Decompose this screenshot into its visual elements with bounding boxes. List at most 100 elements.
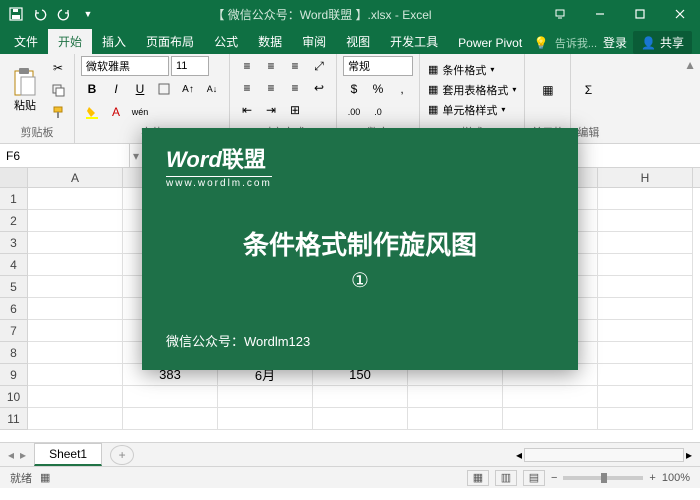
fill-color-button[interactable] bbox=[81, 102, 103, 122]
redo-icon[interactable] bbox=[56, 6, 72, 22]
horizontal-scrollbar[interactable]: ◂▸ bbox=[516, 448, 700, 462]
tab-developer[interactable]: 开发工具 bbox=[380, 29, 448, 54]
comma-button[interactable]: , bbox=[391, 79, 413, 99]
row-header[interactable]: 6 bbox=[0, 298, 28, 320]
tab-data[interactable]: 数据 bbox=[248, 29, 292, 54]
font-color-button[interactable]: A bbox=[105, 102, 127, 122]
sheet-tab[interactable]: Sheet1 bbox=[34, 443, 102, 466]
row-header[interactable]: 7 bbox=[0, 320, 28, 342]
window-controls bbox=[540, 0, 700, 28]
align-middle-button[interactable]: ≡ bbox=[260, 56, 282, 76]
tab-powerpivot[interactable]: Power Pivot bbox=[448, 32, 532, 54]
indent-decrease-button[interactable]: ⇤ bbox=[236, 100, 258, 120]
tab-file[interactable]: 文件 bbox=[4, 29, 48, 54]
cell-style-icon: ▦ bbox=[428, 103, 438, 116]
save-icon[interactable] bbox=[8, 6, 24, 22]
col-header[interactable]: H bbox=[598, 168, 693, 187]
paste-button[interactable]: 粘贴 bbox=[6, 65, 44, 115]
cut-icon[interactable]: ✂ bbox=[48, 58, 68, 78]
col-header[interactable]: A bbox=[28, 168, 123, 187]
tab-formulas[interactable]: 公式 bbox=[204, 29, 248, 54]
tell-me-input[interactable]: 告诉我... bbox=[555, 35, 597, 51]
select-all-corner[interactable] bbox=[0, 168, 28, 187]
minimize-icon[interactable] bbox=[580, 0, 620, 28]
close-icon[interactable] bbox=[660, 0, 700, 28]
font-decrease-button[interactable]: A↓ bbox=[201, 79, 223, 99]
conditional-format-button[interactable]: ▦条件格式▾ bbox=[426, 61, 518, 79]
undo-icon[interactable] bbox=[32, 6, 48, 22]
tell-me-icon[interactable]: 💡 bbox=[534, 36, 549, 50]
align-top-button[interactable]: ≡ bbox=[236, 56, 258, 76]
decimal-increase-button[interactable]: .00 bbox=[343, 102, 365, 122]
title-bar: ▼ 【 微信公众号：Word联盟 】.xlsx - Excel bbox=[0, 0, 700, 28]
page-break-view-button[interactable]: ▤ bbox=[523, 470, 545, 486]
row-header[interactable]: 5 bbox=[0, 276, 28, 298]
row-header[interactable]: 2 bbox=[0, 210, 28, 232]
number-format-combo[interactable]: 常规 bbox=[343, 56, 413, 76]
phonetic-button[interactable]: wén bbox=[129, 102, 151, 122]
merge-button[interactable]: ⊞ bbox=[284, 100, 306, 120]
border-button[interactable] bbox=[153, 79, 175, 99]
font-size-combo[interactable]: 11 bbox=[171, 56, 209, 76]
page-layout-view-button[interactable]: ▥ bbox=[495, 470, 517, 486]
tab-home[interactable]: 开始 bbox=[48, 29, 92, 54]
group-editing-label: 编辑 bbox=[577, 123, 599, 141]
row-header[interactable]: 3 bbox=[0, 232, 28, 254]
status-text: 就绪 bbox=[10, 470, 32, 486]
tab-insert[interactable]: 插入 bbox=[92, 29, 136, 54]
row-header[interactable]: 1 bbox=[0, 188, 28, 210]
wrap-text-button[interactable]: ↩ bbox=[308, 78, 330, 98]
row-header[interactable]: 9 bbox=[0, 364, 28, 386]
sheet-nav[interactable]: ◂▸ bbox=[0, 448, 34, 462]
decimal-decrease-button[interactable]: .0 bbox=[367, 102, 389, 122]
status-bar: 就绪 ▦ ▦ ▥ ▤ − + 100% bbox=[0, 466, 700, 488]
cell-styles-button[interactable]: ▦单元格样式▾ bbox=[426, 101, 518, 119]
percent-button[interactable]: % bbox=[367, 79, 389, 99]
share-button[interactable]: 👤 共享 bbox=[633, 31, 692, 54]
share-icon: 👤 bbox=[641, 36, 656, 50]
normal-view-button[interactable]: ▦ bbox=[467, 470, 489, 486]
editing-button[interactable]: Σ bbox=[577, 80, 599, 100]
overlay-number: ① bbox=[166, 268, 554, 293]
underline-button[interactable]: U bbox=[129, 79, 151, 99]
tab-layout[interactable]: 页面布局 bbox=[136, 29, 204, 54]
tutorial-overlay: Word联盟 www.wordlm.com 条件格式制作旋风图 ① 微信公众号：… bbox=[142, 128, 578, 370]
add-sheet-button[interactable]: + bbox=[110, 445, 134, 465]
row-header[interactable]: 11 bbox=[0, 408, 28, 430]
orientation-button[interactable]: ⤢ bbox=[308, 56, 330, 76]
font-name-combo[interactable]: 微软雅黑 bbox=[81, 56, 169, 76]
share-label: 共享 bbox=[660, 34, 684, 51]
login-link[interactable]: 登录 bbox=[603, 34, 627, 51]
zoom-in-button[interactable]: + bbox=[649, 472, 655, 484]
tab-review[interactable]: 审阅 bbox=[292, 29, 336, 54]
tab-view[interactable]: 视图 bbox=[336, 29, 380, 54]
indent-increase-button[interactable]: ⇥ bbox=[260, 100, 282, 120]
align-right-button[interactable]: ≡ bbox=[284, 78, 306, 98]
collapse-ribbon-icon[interactable]: ▲ bbox=[680, 54, 700, 143]
bold-button[interactable]: B bbox=[81, 79, 103, 99]
sheet-tab-bar: ◂▸ Sheet1 + ◂▸ bbox=[0, 442, 700, 466]
zoom-slider[interactable] bbox=[563, 476, 643, 480]
macro-record-icon[interactable]: ▦ bbox=[40, 471, 50, 484]
align-left-button[interactable]: ≡ bbox=[236, 78, 258, 98]
format-painter-icon[interactable] bbox=[48, 102, 68, 122]
copy-icon[interactable] bbox=[48, 80, 68, 100]
font-increase-button[interactable]: A↑ bbox=[177, 79, 199, 99]
row-header[interactable]: 8 bbox=[0, 342, 28, 364]
zoom-out-button[interactable]: − bbox=[551, 472, 557, 484]
currency-button[interactable]: $ bbox=[343, 79, 365, 99]
format-as-table-button[interactable]: ▦套用表格格式▾ bbox=[426, 81, 518, 99]
align-bottom-button[interactable]: ≡ bbox=[284, 56, 306, 76]
maximize-icon[interactable] bbox=[620, 0, 660, 28]
overlay-title: 条件格式制作旋风图 bbox=[166, 225, 554, 262]
insert-cells-button[interactable]: ▦ bbox=[537, 80, 559, 100]
row-header[interactable]: 4 bbox=[0, 254, 28, 276]
qat-dropdown-icon[interactable]: ▼ bbox=[80, 6, 96, 22]
name-box[interactable]: F6 bbox=[0, 144, 130, 167]
row-header[interactable]: 10 bbox=[0, 386, 28, 408]
zoom-percent[interactable]: 100% bbox=[662, 472, 690, 484]
ribbon-options-icon[interactable] bbox=[540, 0, 580, 28]
align-center-button[interactable]: ≡ bbox=[260, 78, 282, 98]
italic-button[interactable]: I bbox=[105, 79, 127, 99]
name-box-dropdown-icon[interactable]: ▾ bbox=[130, 144, 142, 167]
